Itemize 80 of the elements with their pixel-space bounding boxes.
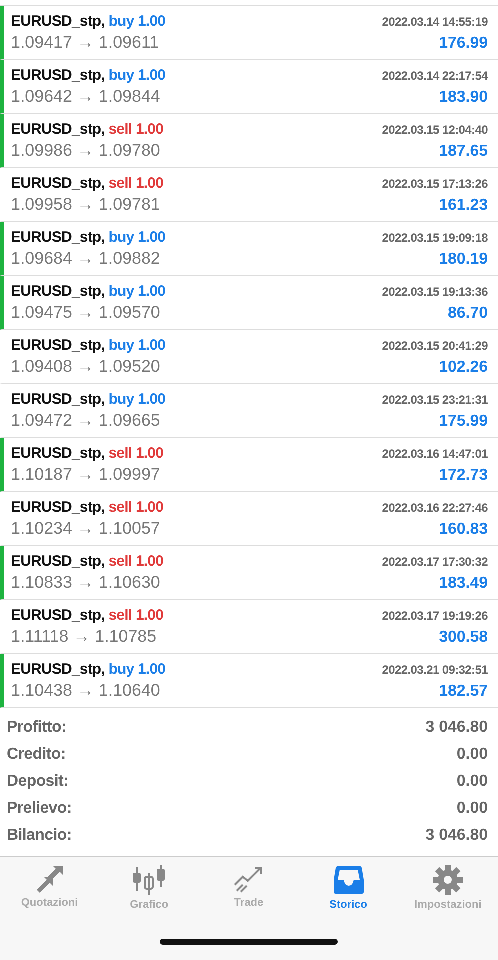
deal-title: EURUSD_stp, sell 1.00: [11, 444, 164, 462]
candlestick-icon: [132, 865, 166, 895]
summary-label: Credito:: [7, 746, 66, 764]
deal-time: 2022.03.15 23:21:31: [382, 392, 488, 406]
deal-profit: 86.70: [448, 304, 488, 322]
deal-title: EURUSD_stp, buy 1.00: [11, 228, 166, 246]
deal-time: 2022.03.15 20:41:29: [382, 338, 488, 352]
deal-prices: 1.10438 → 1.10640: [11, 680, 160, 700]
summary-label: Deposit:: [7, 773, 69, 791]
summary-value: 0.00: [456, 746, 488, 764]
deal-title: EURUSD_stp, buy 1.00: [11, 336, 166, 354]
deal-prices: 1.11118 → 1.10785: [11, 626, 157, 646]
deal-row[interactable]: EURUSD_stp, buy 1.00 2022.03.21 09:32:51 1.10438 → 1.10640 182.57: [0, 654, 498, 708]
deal-time: 2022.03.15 19:09:18: [382, 230, 488, 244]
deal-row[interactable]: EURUSD_stp, buy 1.00 2022.03.15 19:13:36 1.09475 → 1.09570 86.70: [0, 276, 498, 330]
deal-profit: 161.23: [439, 196, 488, 214]
deal-row[interactable]: EURUSD_stp, sell 1.00 2022.03.17 19:19:26 1.11118 → 1.10785 300.58: [0, 600, 498, 654]
deal-time: 2022.03.21 09:32:51: [382, 662, 488, 676]
deal-profit: 183.49: [439, 574, 488, 592]
deal-prices: 1.10833 → 1.10630: [11, 572, 160, 592]
deal-profit: 180.19: [439, 250, 488, 268]
deal-row[interactable]: EURUSD_stp, sell 1.00 2022.03.15 12:04:40 1.09986 → 1.09780 187.65: [0, 114, 498, 168]
deal-time: 2022.03.15 12:04:40: [382, 122, 488, 136]
deal-time: 2022.03.16 14:47:01: [382, 446, 488, 460]
summary-value: 0.00: [456, 773, 488, 791]
deal-title: EURUSD_stp, sell 1.00: [11, 120, 164, 138]
deal-profit: 160.83: [439, 520, 488, 538]
deal-row[interactable]: EURUSD_stp, sell 1.00 2022.03.16 22:27:46 1.10234 → 1.10057 160.83: [0, 492, 498, 546]
deal-time: 2022.03.17 19:19:26: [382, 608, 488, 622]
deal-prices: 1.09472 → 1.09665: [11, 410, 160, 430]
deal-profit: 102.26: [439, 358, 488, 376]
deal-row[interactable]: EURUSD_stp, sell 1.00 2022.03.16 14:47:01 1.10187 → 1.09997 172.73: [0, 438, 498, 492]
deal-row[interactable]: EURUSD_stp, sell 1.00 2022.03.17 17:30:32 1.10833 → 1.10630 183.49: [0, 546, 498, 600]
deal-title: EURUSD_stp, sell 1.00: [11, 606, 164, 624]
deal-title: EURUSD_stp, buy 1.00: [11, 12, 166, 30]
deal-title: EURUSD_stp, sell 1.00: [11, 498, 164, 516]
settings-icon: [433, 865, 464, 895]
deal-title: EURUSD_stp, buy 1.00: [11, 282, 166, 300]
trend-icon: [232, 865, 265, 893]
summary-label: Bilancio:: [7, 827, 72, 845]
deal-time: 2022.03.15 19:13:36: [382, 284, 488, 298]
summary-value: 3 046.80: [426, 719, 488, 737]
deal-profit: 300.58: [439, 628, 488, 646]
deal-profit: 187.65: [439, 142, 488, 160]
summary-value: 0.00: [456, 800, 488, 818]
deal-prices: 1.09684 → 1.09882: [11, 248, 160, 268]
deal-profit: 175.99: [439, 412, 488, 430]
deal-profit: 182.57: [439, 682, 488, 700]
deal-title: EURUSD_stp, buy 1.00: [11, 390, 166, 408]
deal-time: 2022.03.16 22:27:46: [382, 500, 488, 514]
deal-title: EURUSD_stp, buy 1.00: [11, 660, 166, 678]
deal-title: EURUSD_stp, buy 1.00: [11, 66, 166, 84]
deal-row[interactable]: EURUSD_stp, buy 1.00 2022.03.14 14:55:19 1.09417 → 1.09611 176.99: [0, 6, 498, 60]
deal-row[interactable]: EURUSD_stp, buy 1.00 2022.03.15 20:41:29 1.09408 → 1.09520 102.26: [0, 330, 498, 384]
deal-row[interactable]: EURUSD_stp, buy 1.00 2022.03.15 23:21:31 1.09472 → 1.09665 175.99: [0, 384, 498, 438]
deal-row[interactable]: EURUSD_stp, sell 1.00 2022.03.15 17:13:26 1.09958 → 1.09781 161.23: [0, 168, 498, 222]
deal-time: 2022.03.15 17:13:26: [382, 176, 488, 190]
deal-prices: 1.09475 → 1.09570: [11, 302, 160, 322]
deal-prices: 1.09986 → 1.09780: [11, 140, 160, 160]
summary-label: Prelievo:: [7, 800, 72, 818]
deal-title: EURUSD_stp, sell 1.00: [11, 552, 164, 570]
deal-time: 2022.03.17 17:30:32: [382, 554, 488, 568]
summary-value: 3 046.80: [426, 827, 488, 845]
deal-prices: 1.09417 → 1.09611: [11, 32, 160, 52]
deal-profit: 172.73: [439, 466, 488, 484]
deal-profit: 176.99: [439, 34, 488, 52]
deal-prices: 1.10187 → 1.09997: [11, 464, 160, 484]
deal-row[interactable]: EURUSD_stp, buy 1.00 2022.03.14 22:17:54 1.09642 → 1.09844 183.90: [0, 60, 498, 114]
summary-label: Profitto:: [7, 719, 67, 737]
deal-prices: 1.10234 → 1.10057: [11, 518, 160, 538]
deal-time: 2022.03.14 22:17:54: [382, 68, 488, 82]
deal-title: EURUSD_stp, sell 1.00: [11, 174, 164, 192]
tab[interactable]: Storico: [298, 865, 398, 911]
deal-prices: 1.09958 → 1.09781: [11, 194, 160, 214]
deal-prices: 1.09642 → 1.09844: [11, 86, 160, 106]
inbox-icon: [332, 865, 365, 895]
deal-profit: 183.90: [439, 88, 488, 106]
deal-row[interactable]: EURUSD_stp, buy 1.00 2022.03.15 19:09:18 1.09684 → 1.09882 180.19: [0, 222, 498, 276]
deal-prices: 1.09408 → 1.09520: [11, 356, 160, 376]
deal-time: 2022.03.14 14:55:19: [382, 14, 488, 28]
